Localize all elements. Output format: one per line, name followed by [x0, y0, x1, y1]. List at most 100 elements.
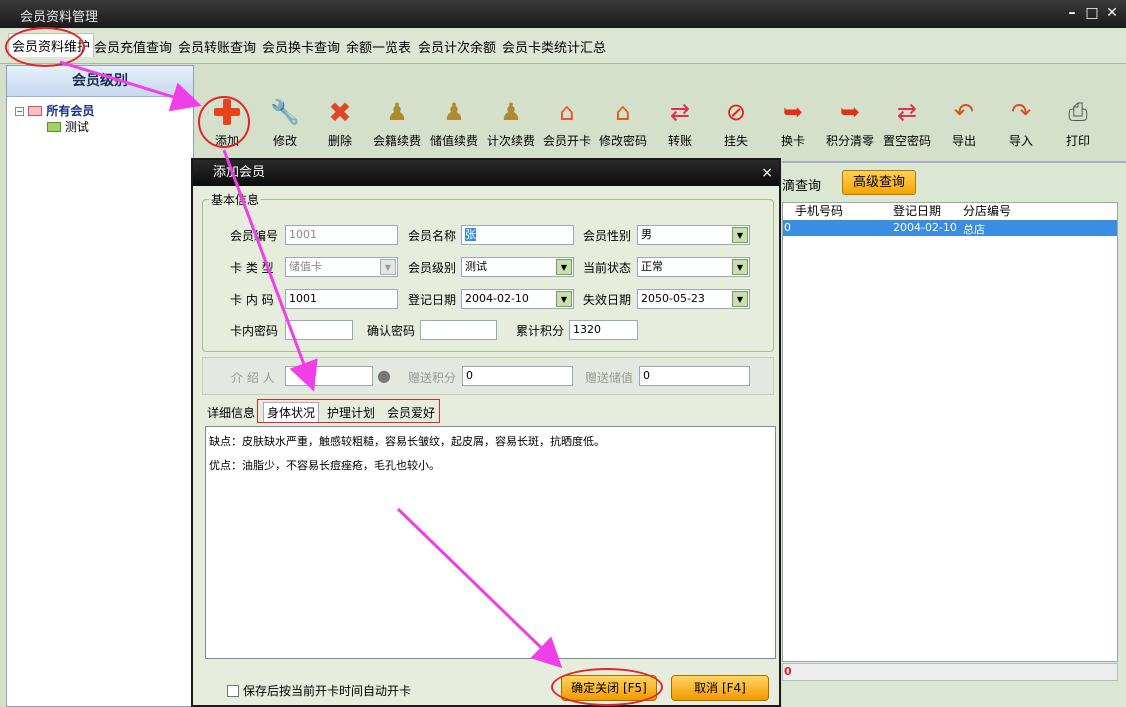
tab-balance-list[interactable]: 余额一览表	[346, 37, 411, 56]
count-renew-button[interactable]: ♟ 计次续费	[482, 95, 540, 149]
chevron-down-icon[interactable]: ▼	[556, 259, 572, 275]
card-pwd-field[interactable]	[285, 320, 353, 340]
delete-x-icon: ✖	[328, 95, 352, 129]
tree-node-all-members[interactable]: − 所有会员	[15, 102, 94, 119]
export-button[interactable]: ↶ 导出	[935, 95, 993, 149]
tab-card-type-summary[interactable]: 会员卡类统计汇总	[502, 37, 606, 56]
tab-recharge-query[interactable]: 会员充值查询	[94, 37, 172, 56]
value-renew-button[interactable]: ♟ 储值续费	[425, 95, 483, 149]
query-label-fragment: 滴查询	[782, 179, 822, 194]
chevron-down-icon[interactable]: ▼	[380, 259, 396, 275]
transfer-icon: ⇄	[896, 98, 918, 126]
row-lead-cell: 0	[784, 221, 791, 234]
minimize-button[interactable]: –	[1063, 4, 1081, 22]
auto-open-checkbox[interactable]: 保存后按当前开卡时间自动开卡	[227, 682, 411, 699]
open-card-button[interactable]: ⌂ 会员开卡	[538, 95, 596, 149]
folder-icon	[47, 122, 61, 132]
expire-date-value: 2050-05-23	[641, 292, 705, 305]
membership-renew-button[interactable]: ♟ 会籍续费	[368, 95, 426, 149]
card-type-select[interactable]: 储值卡 ▼	[285, 257, 398, 277]
referrer-field[interactable]	[285, 366, 373, 386]
close-window-button[interactable]: ✕	[1103, 4, 1121, 22]
dialog-titlebar: 添加会员 ×	[193, 160, 779, 186]
body-condition-memo[interactable]: 缺点：皮肤缺水严重，触感较粗糙，容易长皱纹，起皮屑，容易长斑，抗晒度低。 优点：…	[205, 426, 776, 659]
pawn-icon: ♟	[500, 98, 522, 126]
member-name-label: 会员名称	[408, 229, 457, 243]
pawn-icon: ♟	[443, 98, 465, 126]
reg-date-picker[interactable]: 2004-02-10 ▼	[461, 289, 574, 309]
import-button[interactable]: ↷ 导入	[992, 95, 1050, 149]
main-toolbar: 添加 🔧 修改 ✖ 删除 ♟ 会籍续费 ♟ 储值续费 ♟ 计次续费 ⌂ 会员开卡…	[196, 95, 1126, 161]
gender-select[interactable]: 男 ▼	[637, 225, 750, 245]
basic-info-group: 基本信息 会员编号 1001 会员名称 张 会员性别 男 ▼ 卡 类 型 储值卡 ▼…	[202, 191, 774, 352]
gift-points-field[interactable]: 0	[462, 366, 573, 386]
chevron-down-icon[interactable]: ▼	[732, 259, 748, 275]
status-value: 正常	[641, 260, 663, 273]
member-no-label: 会员编号	[230, 229, 279, 243]
status-label: 当前状态	[583, 261, 632, 275]
level-select[interactable]: 测试 ▼	[461, 257, 574, 277]
transfer-button[interactable]: ⇄ 转账	[651, 95, 709, 149]
report-loss-button[interactable]: ⊘ 挂失	[707, 95, 765, 149]
expire-date-picker[interactable]: 2050-05-23 ▼	[637, 289, 750, 309]
pawn-icon: ♟	[386, 98, 408, 126]
table-row[interactable]: 0 2004-02-10 总店	[783, 220, 1117, 236]
search-icon[interactable]: ●	[377, 366, 391, 385]
tree-child-label: 测试	[64, 120, 89, 134]
card-type-label: 卡 类 型	[230, 261, 274, 275]
points-field[interactable]: 1320	[569, 320, 638, 340]
expire-date-label: 失效日期	[583, 293, 632, 307]
folder-house-icon	[28, 106, 43, 116]
house-icon: ⌂	[559, 98, 575, 126]
add-member-dialog: 添加会员 × 基本信息 会员编号 1001 会员名称 张 会员性别 男 ▼ 卡 类…	[191, 158, 781, 707]
maximize-button[interactable]: □	[1083, 4, 1101, 22]
confirm-pwd-field[interactable]	[420, 320, 497, 340]
reset-password-button[interactable]: ⇄ 置空密码	[878, 95, 936, 149]
print-button[interactable]: ⎙ 打印	[1049, 95, 1107, 149]
memo-line-weakness: 缺点：皮肤缺水严重，触感较粗糙，容易长皱纹，起皮屑，容易长斑，抗晒度低。	[209, 435, 605, 448]
chevron-down-icon[interactable]: ▼	[556, 291, 572, 307]
reg-date-label: 登记日期	[408, 293, 457, 307]
points-label: 累计积分	[516, 324, 565, 338]
grid-header-reg-date[interactable]: 登记日期	[893, 203, 941, 219]
highlight-oval-tab	[5, 27, 85, 67]
tree-node-test[interactable]: 测试	[47, 118, 89, 135]
grid-header-store[interactable]: 分店编号	[963, 203, 1011, 219]
tab-detail-info[interactable]: 详细信息	[207, 404, 255, 421]
chevron-down-icon[interactable]: ▼	[732, 291, 748, 307]
tree-collapse-icon[interactable]: −	[15, 107, 24, 116]
card-code-field[interactable]: 1001	[285, 289, 398, 309]
main-tabbar: 会员资料维护 会员充值查询 会员转账查询 会员换卡查询 余额一览表 会员计次余额…	[0, 28, 1126, 64]
change-password-button[interactable]: ⌂ 修改密码	[594, 95, 652, 149]
member-no-field[interactable]: 1001	[285, 225, 398, 245]
checkbox-box[interactable]	[227, 685, 239, 697]
member-grid: 手机号码 登记日期 分店编号 0 2004-02-10 总店	[782, 202, 1118, 662]
referrer-section: 介 绍 人 ● 赠送积分 0 赠送储值 0	[202, 357, 774, 395]
clear-points-button[interactable]: ➥ 积分清零	[821, 95, 879, 149]
level-value: 测试	[465, 260, 487, 273]
tree-root-label: 所有会员	[46, 104, 95, 118]
sidebar-header: 会员级别	[7, 66, 193, 97]
member-name-field[interactable]: 张	[461, 225, 574, 245]
dialog-close-button[interactable]: ×	[761, 160, 773, 186]
advanced-query-button[interactable]: 高级查询	[842, 170, 916, 195]
highlight-oval-confirm	[551, 668, 663, 706]
grid-footer: 0	[782, 663, 1118, 681]
delete-button[interactable]: ✖ 删除	[311, 95, 369, 149]
tab-transfer-query[interactable]: 会员转账查询	[178, 37, 256, 56]
referrer-label: 介 绍 人	[231, 371, 275, 385]
tab-count-balance[interactable]: 会员计次余额	[418, 37, 496, 56]
gift-value-field[interactable]: 0	[639, 366, 750, 386]
footer-lead-cell: 0	[784, 665, 792, 678]
gender-label: 会员性别	[583, 229, 632, 243]
import-icon: ↷	[1010, 98, 1032, 126]
cancel-button[interactable]: 取消 [F4]	[671, 675, 769, 701]
change-card-button[interactable]: ➥ 换卡	[764, 95, 822, 149]
reg-date-value: 2004-02-10	[465, 292, 529, 305]
chevron-down-icon[interactable]: ▼	[732, 227, 748, 243]
status-select[interactable]: 正常 ▼	[637, 257, 750, 277]
gift-points-label: 赠送积分	[408, 371, 457, 385]
edit-button[interactable]: 🔧 修改	[256, 95, 314, 149]
tab-card-change-query[interactable]: 会员换卡查询	[262, 37, 340, 56]
grid-header-phone[interactable]: 手机号码	[795, 203, 843, 219]
